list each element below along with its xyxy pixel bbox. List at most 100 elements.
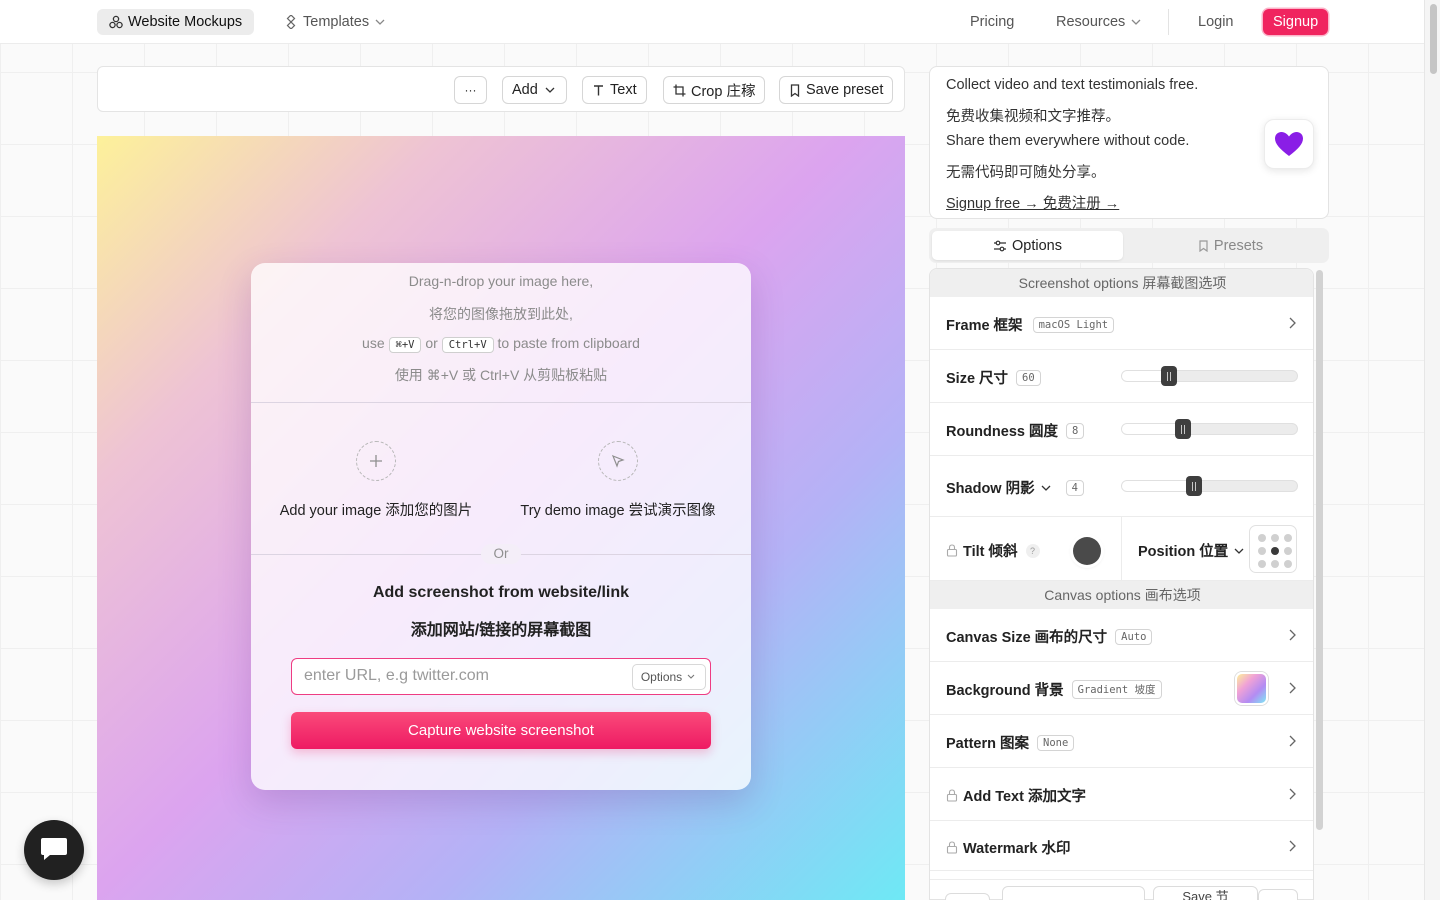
- watermark-label-text: Watermark 水印: [963, 841, 1071, 857]
- more-button[interactable]: ···: [454, 76, 487, 104]
- shadow-slider[interactable]: [1121, 476, 1298, 496]
- chevron-down-icon: [687, 674, 695, 679]
- size-slider[interactable]: [1121, 366, 1298, 386]
- shadow-slider-handle[interactable]: [1185, 476, 1202, 496]
- paste-hint-cn: 使用 ⌘+V 或 Ctrl+V 从剪贴板粘贴: [394, 367, 608, 383]
- url-input[interactable]: enter URL, e.g twitter.com Options: [291, 658, 711, 695]
- promo-line-1: Collect video and text testimonials free…: [946, 77, 1199, 93]
- add-button-label: Add: [512, 82, 538, 98]
- save-dropdown-button[interactable]: [1258, 889, 1298, 900]
- lock-icon: [946, 544, 958, 557]
- size-value-badge: 60: [1016, 369, 1041, 386]
- chevron-down-icon: [1041, 485, 1051, 491]
- background-swatch[interactable]: [1235, 672, 1268, 705]
- drop-line-cn: 将您的图像拖放到此处,: [429, 306, 573, 322]
- roundness-slider-handle[interactable]: [1175, 419, 1192, 439]
- page-scrollbar[interactable]: [1424, 0, 1440, 900]
- chevron-right-icon: [1289, 840, 1296, 852]
- chevron-right-icon: [1289, 317, 1296, 329]
- cursor-icon: [598, 441, 638, 481]
- frame-row[interactable]: Frame 框架 macOS Light: [930, 297, 1313, 350]
- top-nav: Website Mockups Templates Pricing Resour…: [0, 0, 1424, 44]
- nav-resources[interactable]: Resources: [1056, 9, 1148, 35]
- chevron-right-icon: [1289, 682, 1296, 694]
- position-dot[interactable]: [1284, 560, 1292, 568]
- demo-image-option[interactable]: Try demo image 尝试演示图像: [493, 441, 743, 520]
- position-dot[interactable]: [1258, 560, 1266, 568]
- lock-icon: [946, 789, 958, 802]
- position-dot[interactable]: [1271, 534, 1279, 542]
- mockup-canvas[interactable]: Drag-n-drop your image here, 将您的图像拖放到此处,…: [97, 136, 905, 900]
- roundness-row: Roundness 圆度 8: [930, 403, 1313, 456]
- signup-free-link[interactable]: Signup free → 免费注册 →: [946, 192, 1119, 213]
- watermark-row[interactable]: Watermark 水印: [930, 821, 1313, 871]
- roundness-label-text: Roundness 圆度: [946, 424, 1058, 440]
- shadow-label-text: Shadow 阴影: [946, 481, 1035, 497]
- save-preset-label: Save preset: [806, 82, 884, 98]
- frame-value-badge: macOS Light: [1032, 316, 1115, 333]
- chat-button[interactable]: [24, 820, 84, 880]
- pattern-row[interactable]: Pattern 图案 None: [930, 715, 1313, 768]
- panel-tabs: Options Presets: [929, 228, 1329, 263]
- url-options-dropdown[interactable]: Options: [632, 664, 706, 690]
- or-label: Or: [481, 544, 521, 564]
- tilt-position-row: Tilt 倾斜 ? Position 位置: [930, 517, 1313, 581]
- panel-scrollbar[interactable]: [1316, 270, 1323, 830]
- url-options-label: Options: [640, 670, 683, 684]
- add-image-option[interactable]: Add your image 添加您的图片: [251, 441, 501, 520]
- page-scrollbar-thumb[interactable]: [1430, 4, 1437, 74]
- add-button[interactable]: Add: [502, 76, 567, 104]
- pattern-label: Pattern 图案 None: [946, 732, 1075, 753]
- nav-divider: [1168, 9, 1169, 35]
- size-row: Size 尺寸 60: [930, 350, 1313, 403]
- ctrl-v-key: Ctrl+V: [441, 337, 494, 353]
- position-dot[interactable]: [1284, 547, 1292, 555]
- tab-presets[interactable]: Presets: [1135, 231, 1326, 260]
- background-row[interactable]: Background 背景 Gradient 坡度: [930, 662, 1313, 715]
- text-button[interactable]: Text: [582, 76, 647, 104]
- tilt-help-icon[interactable]: ?: [1025, 543, 1040, 558]
- position-grid[interactable]: [1249, 525, 1297, 573]
- nav-website-mockups[interactable]: Website Mockups: [97, 9, 255, 35]
- text-button-label: Text: [610, 82, 637, 98]
- templates-icon: [286, 15, 296, 29]
- position-label[interactable]: Position 位置: [1138, 540, 1251, 561]
- canvas-size-row[interactable]: Canvas Size 画布的尺寸 Auto: [930, 609, 1313, 662]
- crop-button-label: Crop 庄稼: [691, 83, 756, 100]
- position-dot-selected[interactable]: [1271, 547, 1279, 555]
- position-dot[interactable]: [1284, 534, 1292, 542]
- canvas-size-label-text: Canvas Size 画布的尺寸: [946, 630, 1108, 646]
- position-dot[interactable]: [1258, 547, 1266, 555]
- bookmark-icon: [1199, 239, 1208, 252]
- add-text-row[interactable]: Add Text 添加文字: [930, 768, 1313, 821]
- chevron-down-icon: [1131, 19, 1141, 25]
- add-text-label-text: Add Text 添加文字: [963, 789, 1086, 805]
- nav-login[interactable]: Login: [1198, 9, 1233, 35]
- tilt-knob[interactable]: [1073, 537, 1101, 565]
- shadow-label[interactable]: Shadow 阴影 4: [946, 477, 1084, 498]
- lock-icon: [946, 841, 958, 854]
- promo-card: Collect video and text testimonials free…: [929, 66, 1329, 219]
- promo-line-2: 免费收集视频和文字推荐。: [946, 109, 1120, 125]
- capture-screenshot-button[interactable]: Capture website screenshot: [291, 712, 711, 749]
- position-dot[interactable]: [1271, 560, 1279, 568]
- save-preset-button[interactable]: Save preset: [779, 76, 894, 104]
- bottom-small-button[interactable]: [945, 893, 990, 900]
- roundness-slider-fill: [1122, 424, 1184, 434]
- crop-button[interactable]: Crop 庄稼: [663, 76, 766, 104]
- nav-pricing-label: Pricing: [970, 14, 1015, 30]
- screenshot-options-header: Screenshot options 屏幕截图选项: [930, 269, 1313, 297]
- nav-pricing[interactable]: Pricing: [970, 9, 1014, 35]
- nav-templates[interactable]: Templates: [284, 9, 392, 35]
- signup-button[interactable]: Signup: [1263, 9, 1329, 35]
- tab-options[interactable]: Options: [932, 231, 1123, 260]
- size-slider-handle[interactable]: [1161, 366, 1178, 386]
- promo-line-4: 无需代码即可随处分享。: [946, 165, 1106, 181]
- frame-label-text: Frame 框架: [946, 318, 1023, 334]
- bookmark-icon: [790, 83, 800, 97]
- bottom-wide-button[interactable]: [1002, 886, 1145, 900]
- image-drop-zone[interactable]: Drag-n-drop your image here, 将您的图像拖放到此处,…: [251, 263, 751, 790]
- roundness-slider[interactable]: [1121, 419, 1298, 439]
- position-dot[interactable]: [1258, 534, 1266, 542]
- save-button[interactable]: Save 节: [1153, 886, 1258, 900]
